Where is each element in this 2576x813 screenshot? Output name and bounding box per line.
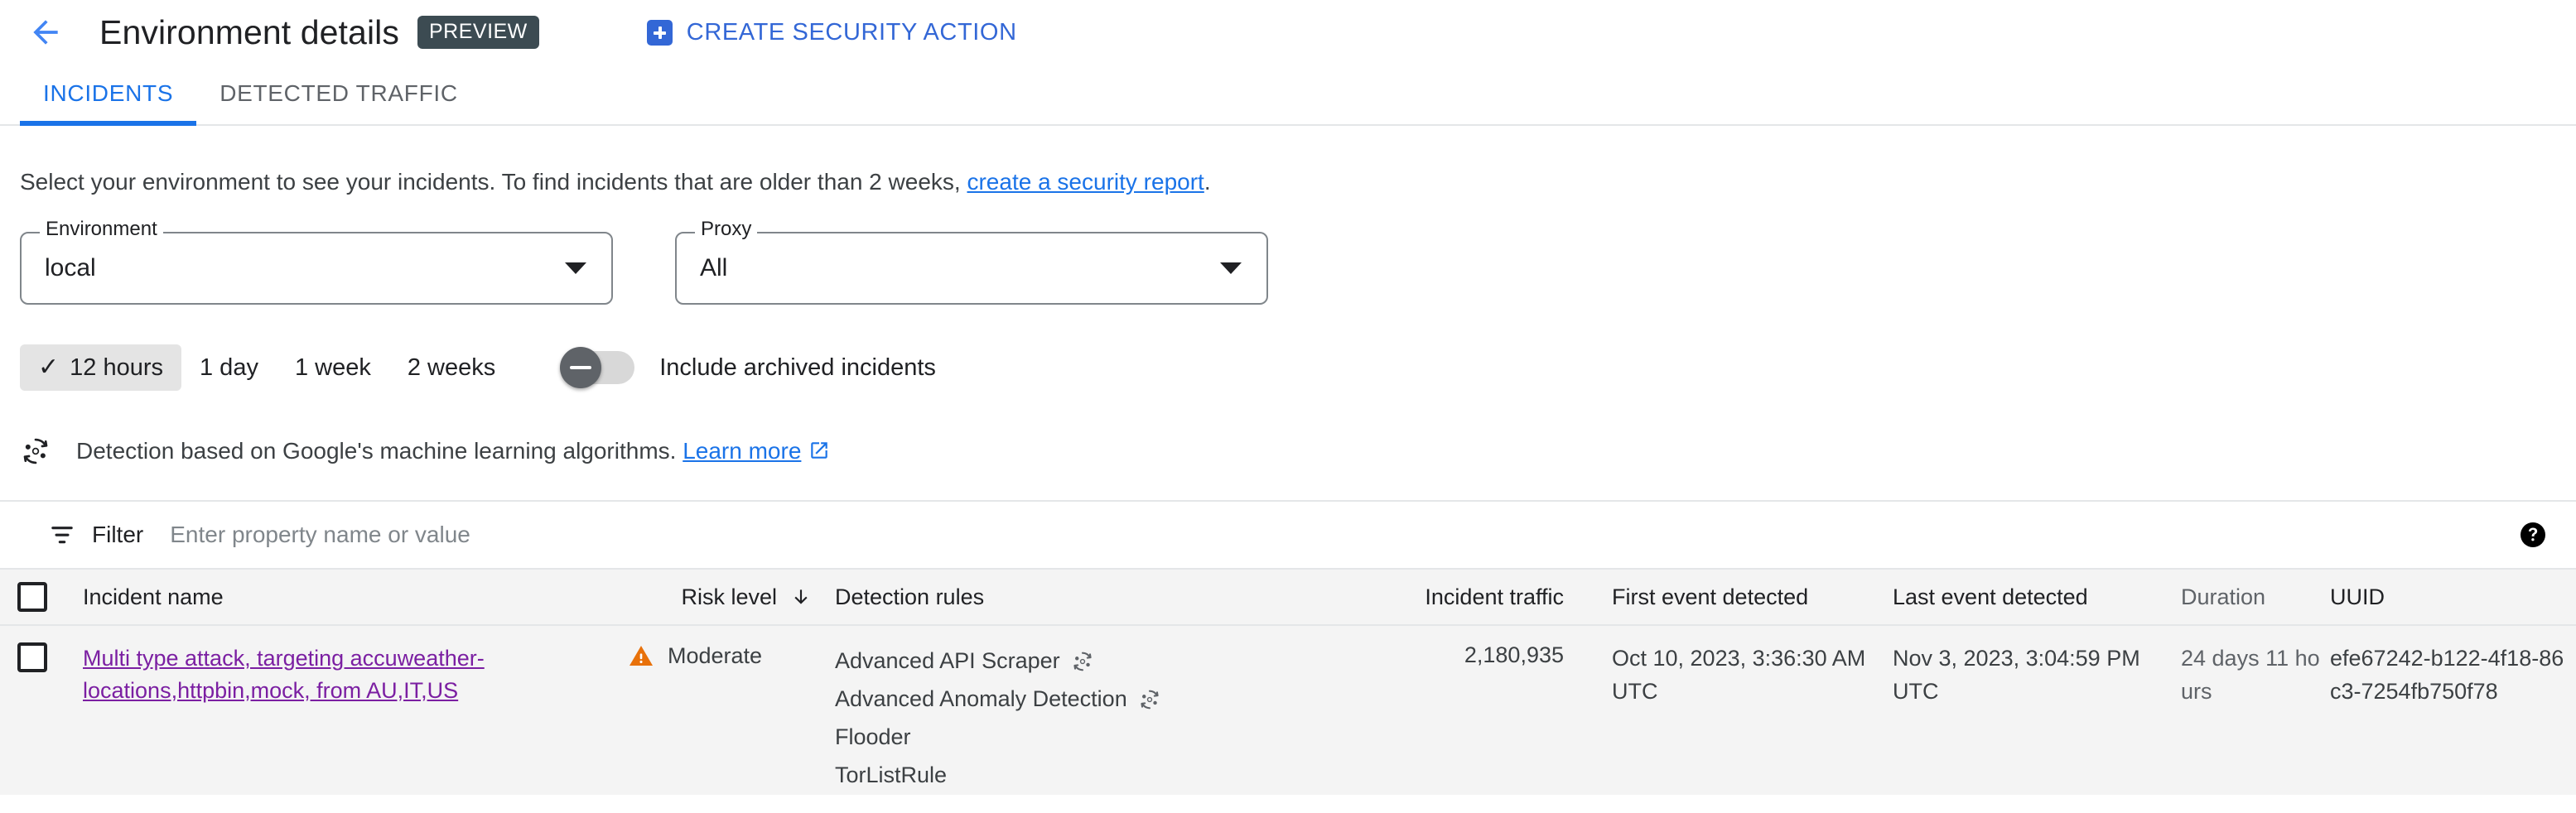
tab-detected-traffic-label: DETECTED TRAFFIC	[219, 80, 458, 106]
time-range-1-day-label: 1 day	[200, 354, 258, 381]
create-security-action-label: CREATE SECURITY ACTION	[686, 18, 1017, 46]
column-risk-level[interactable]: Risk level	[628, 584, 835, 610]
column-detection-rules[interactable]: Detection rules	[835, 584, 1373, 610]
cell-risk-level: Moderate	[628, 642, 835, 669]
incidents-table: Filter Incident name Risk level Detectio…	[0, 500, 2576, 795]
description-before: Select your environment to see your inci…	[20, 169, 961, 195]
column-duration[interactable]: Duration	[2181, 584, 2330, 610]
cell-incident-traffic: 2,180,935	[1464, 642, 1564, 668]
create-security-report-link[interactable]: create a security report	[967, 169, 1204, 195]
time-range-1-week[interactable]: 1 week	[277, 344, 389, 391]
tab-bar: INCIDENTS DETECTED TRAFFIC	[0, 65, 2576, 126]
filter-input[interactable]	[168, 521, 2518, 550]
tab-incidents[interactable]: INCIDENTS	[20, 63, 197, 126]
detection-rule-name: Flooder	[835, 724, 911, 750]
select-all-cell	[0, 582, 65, 613]
filter-icon	[51, 527, 73, 544]
row-checkbox[interactable]	[17, 642, 47, 673]
ml-detection-icon	[1141, 690, 1159, 710]
page-title: Environment details	[99, 12, 399, 51]
detection-rule-item: Flooder	[835, 719, 1373, 757]
time-range-2-weeks-label: 2 weeks	[407, 354, 496, 381]
uuid-value: efe67242-b122-4f18-86c3-7254fb750f78	[2330, 646, 2564, 704]
table-filter-bar: Filter	[0, 502, 2576, 570]
column-incident-name[interactable]: Incident name	[65, 584, 628, 610]
cell-duration: 24 days 11 hours	[2181, 642, 2330, 707]
time-range-1-day[interactable]: 1 day	[181, 344, 277, 391]
risk-level-value: Moderate	[668, 642, 763, 668]
column-uuid[interactable]: UUID	[2330, 584, 2570, 610]
row-select-cell	[0, 642, 65, 673]
include-archived-label: Include archived incidents	[659, 354, 936, 381]
include-archived-toggle[interactable]	[560, 347, 635, 389]
open-in-new-icon	[811, 442, 828, 459]
chevron-down-icon	[565, 262, 586, 275]
arrow-left-icon	[33, 20, 58, 45]
ml-detection-text: Detection based on Google's machine lear…	[76, 438, 830, 464]
ml-detection-sentence: Detection based on Google's machine lear…	[76, 438, 677, 464]
column-last-event-detected[interactable]: Last event detected	[1874, 584, 2181, 610]
column-incident-traffic[interactable]: Incident traffic	[1373, 584, 1564, 610]
cell-incident-name: Multi type attack, targeting accuweather…	[65, 642, 628, 706]
time-range-12-hours-label: 12 hours	[70, 354, 163, 381]
detection-rule-item: Advanced Anomaly Detection	[835, 681, 1373, 719]
cell-detection-rules: Advanced API Scraper Advanced Anomaly De…	[835, 642, 1373, 795]
detection-rule-item: Advanced API Scraper	[835, 642, 1373, 681]
cell-uuid: efe67242-b122-4f18-86c3-7254fb750f78	[2330, 642, 2570, 707]
cell-first-event-detected: Oct 10, 2023, 3:36:30 AM UTC	[1612, 646, 1866, 704]
environment-select[interactable]: Environment local	[20, 219, 613, 305]
column-first-event-detected[interactable]: First event detected	[1564, 584, 1874, 610]
cell-last-event-detected: Nov 3, 2023, 3:04:59 PM UTC	[1893, 646, 2140, 704]
ml-detection-icon	[23, 439, 48, 464]
environment-value: local	[45, 254, 96, 282]
plus-square-icon	[646, 19, 673, 46]
detection-rule-name: Advanced Anomaly Detection	[835, 686, 1127, 712]
time-range-12-hours[interactable]: ✓ 12 hours	[20, 344, 181, 392]
create-security-action-button[interactable]: CREATE SECURITY ACTION	[646, 18, 1017, 46]
time-range-row: ✓ 12 hours 1 day 1 week 2 weeks Include …	[20, 344, 2576, 392]
back-button[interactable]	[22, 8, 70, 56]
proxy-select[interactable]: Proxy All	[675, 219, 1268, 305]
help-icon[interactable]	[2518, 520, 2548, 550]
column-risk-level-label: Risk level	[681, 584, 777, 609]
detection-rule-item: TorListRule	[835, 757, 1373, 795]
detection-rule-name: Advanced API Scraper	[835, 648, 1060, 674]
preview-badge: PREVIEW	[417, 16, 539, 49]
time-range-2-weeks[interactable]: 2 weeks	[389, 344, 514, 391]
tab-incidents-label: INCIDENTS	[43, 80, 174, 106]
arrow-down-icon	[794, 589, 808, 605]
ml-detection-note: Detection based on Google's machine lear…	[20, 435, 2576, 467]
time-range-1-week-label: 1 week	[294, 354, 371, 381]
filter-label: Filter	[92, 522, 144, 548]
chevron-down-icon	[1220, 262, 1242, 275]
check-icon: ✓	[38, 354, 60, 382]
filter-selects-row: Environment local Proxy All	[20, 219, 2576, 305]
description-after: .	[1204, 169, 1211, 195]
page-header: Environment details PREVIEW CREATE SECUR…	[0, 0, 2576, 65]
detection-rule-name: TorListRule	[835, 762, 948, 788]
table-row: Multi type attack, targeting accuweather…	[0, 626, 2576, 795]
tab-detected-traffic[interactable]: DETECTED TRAFFIC	[196, 63, 481, 124]
duration-value: 24 days 11 hours	[2181, 646, 2320, 704]
incident-name-link[interactable]: Multi type attack, targeting accuweather…	[83, 646, 485, 702]
description-text: Select your environment to see your inci…	[20, 167, 2576, 197]
learn-more-label: Learn more	[683, 438, 802, 464]
table-header-row: Incident name Risk level Detection rules…	[0, 570, 2576, 627]
select-all-checkbox[interactable]	[17, 582, 47, 613]
learn-more-link[interactable]: Learn more	[683, 438, 801, 464]
warning-triangle-icon	[630, 646, 653, 666]
proxy-value: All	[700, 254, 728, 282]
toggle-knob	[560, 347, 602, 389]
ml-detection-icon	[1073, 652, 1092, 671]
environment-label: Environment	[40, 219, 163, 240]
proxy-label: Proxy	[695, 219, 758, 240]
